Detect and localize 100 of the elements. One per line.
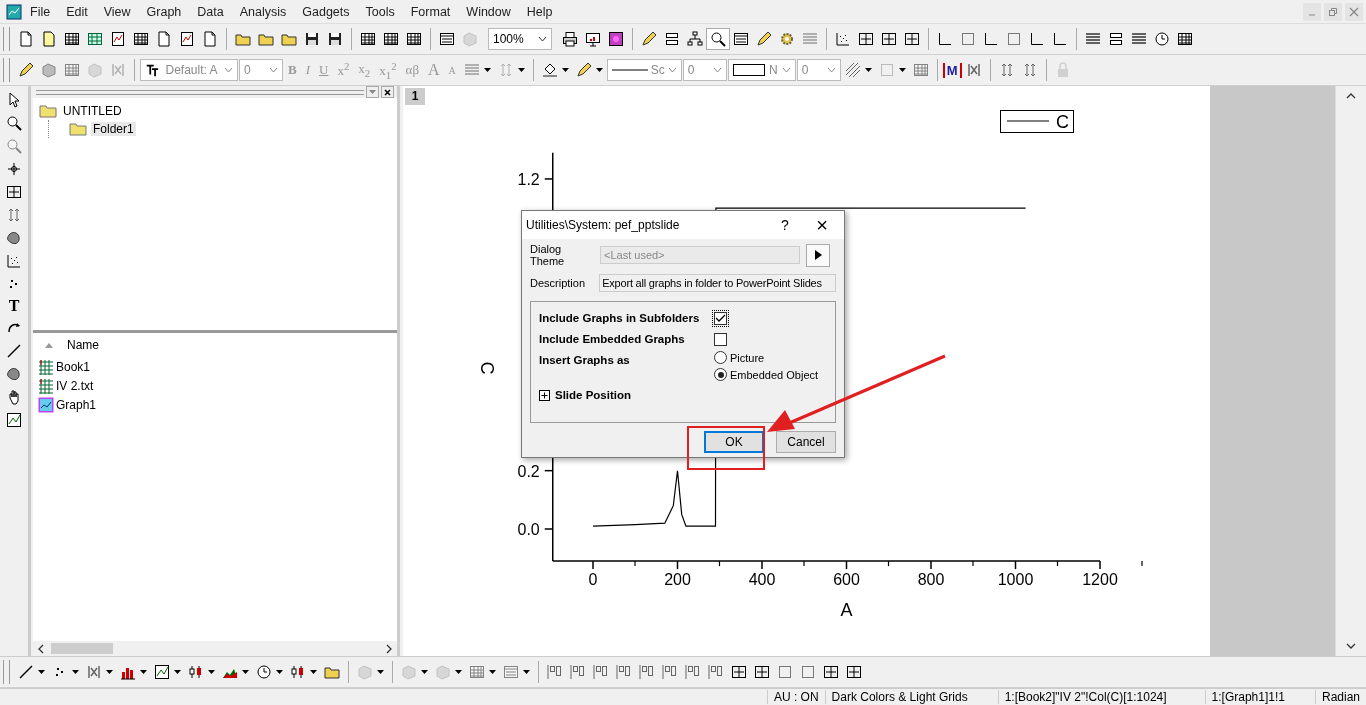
pointer-icon[interactable] (6, 92, 22, 108)
frame-icon[interactable] (777, 664, 793, 680)
box-chart-icon[interactable] (188, 664, 204, 680)
close-button[interactable]: × (800, 213, 844, 237)
caret-icon[interactable] (106, 670, 113, 674)
align-icon[interactable] (639, 664, 655, 680)
caret-icon[interactable] (276, 670, 283, 674)
menu-item[interactable]: Tools (357, 4, 403, 19)
caret-icon[interactable] (561, 68, 569, 72)
pen-icon[interactable] (641, 31, 657, 47)
dialog-button[interactable]: Cancel (776, 431, 836, 453)
worksheet-icon[interactable] (64, 31, 80, 47)
align-icon[interactable] (708, 664, 724, 680)
hierarchy-icon[interactable] (687, 31, 703, 47)
line-icon[interactable] (18, 664, 34, 680)
blob-icon[interactable] (6, 366, 22, 382)
align-icon[interactable] (570, 664, 586, 680)
list-icon[interactable] (1131, 31, 1147, 47)
dotted-frame-icon[interactable] (878, 62, 895, 78)
caret-icon[interactable] (517, 68, 525, 72)
caret-icon[interactable] (864, 68, 872, 72)
hatch-icon[interactable] (844, 62, 861, 78)
candlestick-icon[interactable] (290, 664, 306, 680)
hand-icon[interactable] (6, 389, 22, 405)
pen-icon[interactable] (575, 62, 592, 78)
chart-page-icon[interactable] (6, 412, 22, 428)
radio-label[interactable]: Picture (730, 351, 765, 364)
gears-icon[interactable] (779, 31, 795, 47)
project-item[interactable]: IV 2.txt (56, 378, 94, 393)
crosshair-icon[interactable] (6, 161, 22, 177)
radio-button[interactable] (714, 351, 727, 364)
region-icon[interactable] (6, 184, 22, 200)
import-grid-icon[interactable] (383, 31, 399, 47)
caret-icon[interactable] (523, 670, 530, 674)
scroll-down-icon[interactable] (1346, 642, 1356, 650)
layout-icon[interactable] (881, 31, 897, 47)
border-dropdown[interactable]: N (727, 59, 796, 81)
play-icon[interactable] (814, 250, 822, 260)
notes-page-icon[interactable] (202, 31, 218, 47)
presentation-icon[interactable] (585, 31, 601, 47)
layout-icon[interactable] (904, 31, 920, 47)
layout-icon[interactable] (823, 664, 839, 680)
grid-icon[interactable] (64, 62, 80, 78)
rectangle-icon[interactable] (732, 63, 765, 77)
caret-icon[interactable] (421, 670, 428, 674)
zoom-in-icon[interactable] (6, 115, 22, 131)
target-icon[interactable] (608, 31, 624, 47)
zoom-dropdown[interactable]: 100% (488, 28, 552, 50)
tree-item[interactable]: UNTITLED (61, 104, 124, 118)
caret-icon[interactable] (898, 68, 906, 72)
matrix-icon[interactable] (133, 31, 149, 47)
caret-icon[interactable] (483, 68, 491, 72)
scatter-axes-icon[interactable] (835, 31, 851, 47)
restore-icon[interactable] (1328, 6, 1338, 17)
menu-item[interactable]: File (22, 4, 59, 19)
clock-icon[interactable] (1154, 31, 1170, 47)
toolbar-grip[interactable] (3, 660, 10, 684)
import-grid-icon[interactable] (406, 31, 422, 47)
column-header[interactable]: Name (67, 338, 99, 352)
layout-icon[interactable] (858, 31, 874, 47)
menu-item[interactable]: Graph (138, 4, 190, 19)
menu-item[interactable]: Gadgets (294, 4, 358, 19)
help-button[interactable]: ? (770, 217, 800, 233)
font-icon[interactable] (145, 63, 159, 77)
print-icon[interactable] (562, 31, 578, 47)
clock-icon[interactable] (256, 664, 272, 680)
folder-page-icon[interactable] (41, 31, 57, 47)
lines-icon[interactable] (1085, 31, 1101, 47)
checkbox[interactable] (714, 333, 727, 346)
open-folder-icon[interactable] (281, 31, 297, 47)
save-template-icon[interactable] (327, 31, 343, 47)
axes-icon[interactable] (937, 31, 953, 47)
align-icon[interactable] (662, 664, 678, 680)
align-icon[interactable] (547, 664, 563, 680)
line-width-dropdown[interactable]: 0 (682, 59, 727, 81)
menu-item[interactable]: Analysis (231, 4, 295, 19)
table-icon[interactable] (1177, 31, 1193, 47)
caret-icon[interactable] (489, 670, 496, 674)
chevron-down-icon[interactable] (538, 36, 547, 42)
caret-icon[interactable] (310, 670, 317, 674)
chart-frame-icon[interactable] (154, 664, 170, 680)
frame-icon[interactable] (800, 664, 816, 680)
caret-icon[interactable] (38, 670, 45, 674)
fill-bucket-icon[interactable] (541, 62, 558, 78)
font-dropdown[interactable]: Default: A (140, 59, 238, 81)
color-worksheet-icon[interactable] (87, 31, 103, 47)
report-page-icon[interactable] (179, 31, 195, 47)
caret-icon[interactable] (174, 670, 181, 674)
toolbar-grip[interactable] (3, 27, 10, 51)
menu-item[interactable]: Data (189, 4, 232, 19)
axes-icon[interactable] (983, 31, 999, 47)
open-folder-icon[interactable] (258, 31, 274, 47)
draw-data-icon[interactable] (6, 253, 22, 269)
section-label[interactable]: Slide Position (555, 389, 632, 401)
line-icon[interactable] (6, 343, 22, 359)
caret-icon[interactable] (140, 670, 147, 674)
app-icon[interactable] (6, 3, 22, 20)
label-box-icon[interactable] (1108, 31, 1124, 47)
save-icon[interactable] (304, 31, 320, 47)
import-grid-icon[interactable] (360, 31, 376, 47)
